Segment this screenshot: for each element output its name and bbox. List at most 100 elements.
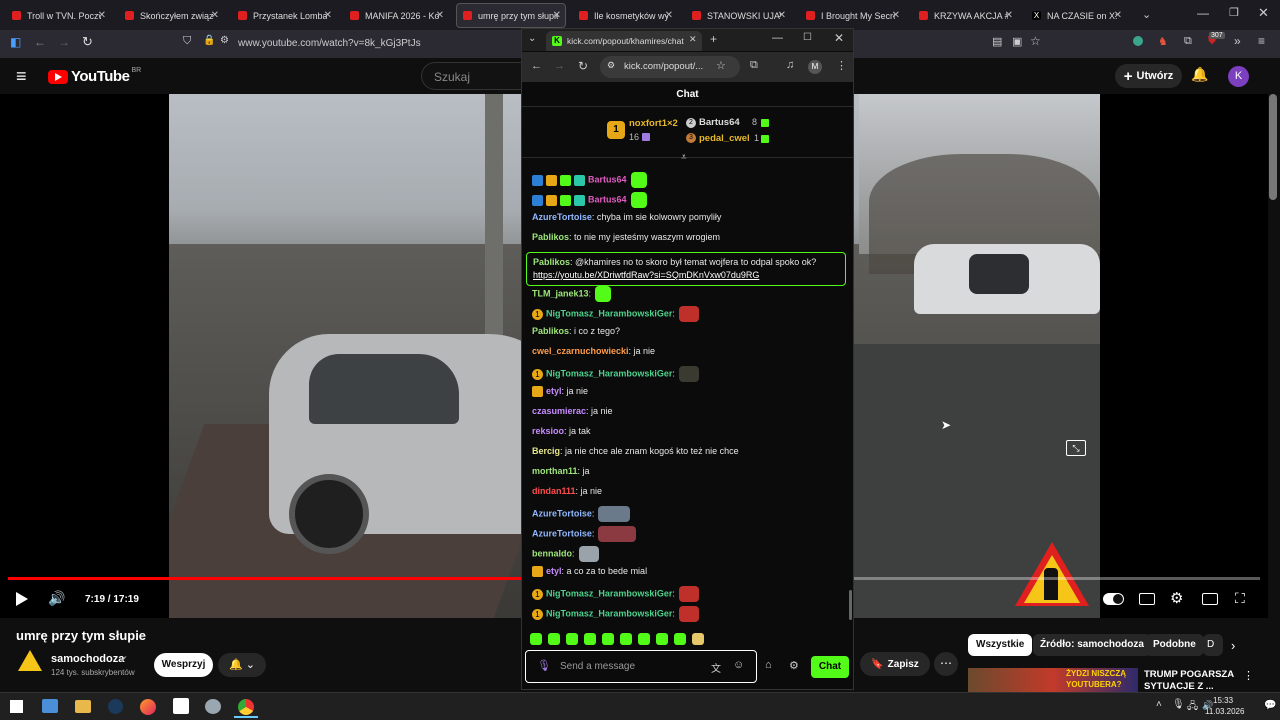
- quick-emote[interactable]: [620, 633, 632, 645]
- chat-username[interactable]: reksioo: [532, 426, 564, 436]
- quick-emote[interactable]: [602, 633, 614, 645]
- tab-close-icon[interactable]: ✕: [778, 10, 786, 21]
- chat-username[interactable]: etyl: [546, 386, 562, 396]
- translate-icon[interactable]: 文: [711, 660, 721, 675]
- chat-username[interactable]: NigTomasz_HarambowskiGer: [546, 588, 672, 598]
- chat-username[interactable]: NigTomasz_HarambowskiGer: [546, 368, 672, 378]
- taskbar-clock[interactable]: 15:33: [1213, 696, 1233, 705]
- chat-username[interactable]: Pablikos: [533, 257, 570, 267]
- channel-avatar[interactable]: [18, 650, 42, 671]
- taskbar-tool-icon[interactable]: [205, 699, 221, 714]
- popup-forward-button[interactable]: →: [554, 60, 565, 72]
- tab-close-icon[interactable]: ✕: [324, 10, 332, 21]
- chip-source[interactable]: Źródło: samochodoza: [1033, 634, 1151, 656]
- emote-picker-icon[interactable]: ☺: [733, 659, 744, 671]
- notifications-dropdown-button[interactable]: 🔔 ⌄: [218, 653, 266, 677]
- bookmark-star-icon[interactable]: ☆: [1030, 34, 1041, 48]
- overflow-chevron-icon[interactable]: »: [1234, 34, 1241, 48]
- quick-emote[interactable]: [584, 633, 596, 645]
- subtitles-icon[interactable]: [1139, 593, 1155, 605]
- chat-emote[interactable]: [678, 306, 699, 322]
- chip-related[interactable]: Podobne: [1145, 634, 1204, 656]
- notifications-bell-icon[interactable]: 🔔: [1191, 66, 1208, 83]
- popup-site-info-icon[interactable]: ⚙: [607, 60, 615, 71]
- taskbar-firefox-icon[interactable]: [140, 699, 156, 715]
- leader-2-name[interactable]: Bartus64: [699, 117, 740, 128]
- quick-emote[interactable]: [638, 633, 650, 645]
- chip-all[interactable]: Wszystkie: [968, 634, 1033, 656]
- tray-mic-icon[interactable]: 🎙: [1172, 699, 1185, 710]
- chat-username[interactable]: cwel_czarnuchowiecki: [532, 346, 629, 356]
- recommended-thumbnail[interactable]: ŻYDZI NISZCZĄ YOUTUBERA?: [968, 668, 1138, 692]
- tab-close-icon[interactable]: ✕: [1005, 10, 1013, 21]
- support-button[interactable]: Wesprzyj: [154, 653, 213, 677]
- extension-fox-icon[interactable]: ♞: [1158, 35, 1168, 48]
- extensions-puzzle-icon[interactable]: ⧉: [1184, 35, 1192, 48]
- leader-3-name[interactable]: pedal_cwel: [699, 133, 750, 144]
- tab-1[interactable]: Troll w TVN. Poczwór✕: [6, 3, 110, 28]
- start-windows-icon[interactable]: [10, 700, 23, 713]
- chat-username[interactable]: morthan11: [532, 466, 578, 476]
- taskbar-folder-icon[interactable]: [75, 700, 91, 713]
- taskbar-steam-icon[interactable]: [108, 699, 123, 714]
- recommended-menu-icon[interactable]: ⋮: [1243, 669, 1254, 682]
- chat-emote[interactable]: [630, 192, 647, 208]
- close-window-button[interactable]: ✕: [1258, 5, 1269, 21]
- youtube-logo[interactable]: YouTube BR: [48, 67, 141, 85]
- chat-emote[interactable]: [678, 606, 699, 622]
- taskbar-date[interactable]: 11.03.2026: [1205, 707, 1244, 716]
- forward-button[interactable]: →: [58, 35, 70, 49]
- popup-reload-button[interactable]: ↻: [578, 59, 588, 73]
- quick-emote[interactable]: [566, 633, 578, 645]
- popup-new-tab-icon[interactable]: +: [710, 32, 717, 46]
- theater-mode-icon[interactable]: [1202, 593, 1218, 605]
- chat-username[interactable]: Bartus64: [588, 194, 627, 204]
- chat-username[interactable]: TLM_janek13: [532, 288, 589, 298]
- play-button[interactable]: [16, 592, 28, 606]
- tab-close-icon[interactable]: ✕: [892, 10, 900, 21]
- volume-icon[interactable]: 🔊: [48, 590, 65, 607]
- tab-close-icon[interactable]: ✕: [436, 10, 444, 21]
- pip-icon[interactable]: ▣: [1012, 35, 1022, 48]
- tab-4[interactable]: MANIFA 2026 - Kobi ✕: [344, 3, 448, 28]
- tab-close-icon[interactable]: ✕: [665, 10, 673, 21]
- popup-bookmark-icon[interactable]: ☆: [716, 59, 726, 72]
- chat-username[interactable]: Pablikos: [532, 232, 569, 242]
- create-button[interactable]: + Utwórz: [1115, 64, 1182, 88]
- autoplay-toggle[interactable]: [1103, 593, 1124, 605]
- quick-emote[interactable]: [548, 633, 560, 645]
- sidebar-toggle-icon[interactable]: ◧: [10, 35, 21, 49]
- taskbar-chrome-icon[interactable]: [238, 699, 254, 715]
- chat-username[interactable]: AzureTortoise: [532, 528, 592, 538]
- chat-username[interactable]: NigTomasz_HarambowskiGer: [546, 308, 672, 318]
- tab-2[interactable]: Skończyłem związek✕: [119, 3, 223, 28]
- popup-minimize-button[interactable]: —: [772, 32, 783, 44]
- page-scrollbar[interactable]: [1269, 94, 1277, 200]
- popup-media-icon[interactable]: ♫: [786, 59, 794, 71]
- miniplayer-icon[interactable]: ⤡: [1066, 440, 1086, 456]
- chat-username[interactable]: AzureTortoise: [532, 212, 592, 222]
- taskbar-app-icon[interactable]: [173, 698, 189, 714]
- chat-username[interactable]: Bartus64: [588, 174, 627, 184]
- popup-extensions-icon[interactable]: ⧉: [750, 59, 758, 72]
- fullscreen-icon[interactable]: ⛶: [1235, 590, 1245, 607]
- tab-close-icon[interactable]: ✕: [553, 10, 561, 21]
- popup-tab-list-icon[interactable]: ⌄: [528, 33, 536, 44]
- chat-input[interactable]: Send a message: [560, 661, 635, 672]
- app-menu-icon[interactable]: ≡: [1258, 34, 1265, 48]
- chat-username[interactable]: NigTomasz_HarambowskiGer: [546, 608, 672, 618]
- back-button[interactable]: ←: [34, 35, 46, 49]
- popup-profile-icon[interactable]: M: [808, 60, 822, 74]
- chat-messages[interactable]: Bartus64 Bartus64 AzureTortoise: chyba im …: [522, 160, 853, 628]
- chat-username[interactable]: dindan111: [532, 486, 576, 496]
- chat-username[interactable]: AzureTortoise: [532, 508, 592, 518]
- extension-shield-icon[interactable]: [1133, 36, 1143, 46]
- channel-name[interactable]: samochodoza: [51, 653, 124, 665]
- mic-icon[interactable]: 🎙: [537, 659, 551, 672]
- chat-settings-gear-icon[interactable]: ⚙: [789, 659, 799, 672]
- url-field[interactable]: www.youtube.com/watch?v=8k_kGj3PtJs: [238, 38, 421, 49]
- chat-emote[interactable]: [678, 586, 699, 602]
- chat-send-button[interactable]: Chat: [811, 656, 849, 678]
- tab-9[interactable]: KRZYWA AKCJA #9 -✕: [913, 3, 1017, 28]
- tab-3[interactable]: Przystanek Lombard✕: [232, 3, 336, 28]
